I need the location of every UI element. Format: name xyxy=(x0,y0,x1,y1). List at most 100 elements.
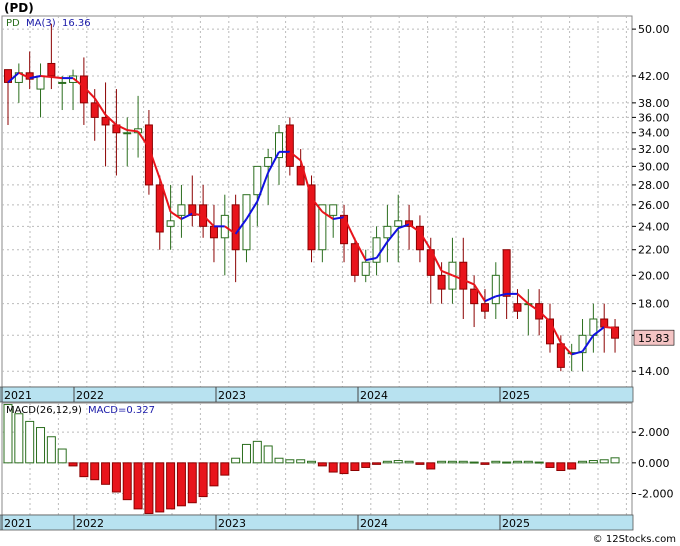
macd-bar xyxy=(588,460,598,464)
macd-bar xyxy=(57,448,67,464)
price-year-label: 2025 xyxy=(502,389,530,402)
candle-body xyxy=(502,249,511,297)
candle-body xyxy=(329,204,338,216)
candle-body xyxy=(340,214,349,245)
candle-body xyxy=(513,303,522,312)
macd-year-label: 2021 xyxy=(4,517,32,530)
macd-bar xyxy=(263,445,273,464)
macd-bar xyxy=(46,436,56,464)
candle-body xyxy=(166,220,175,227)
candle-body xyxy=(600,318,609,328)
macd-bar xyxy=(252,440,262,464)
macd-bar xyxy=(25,420,35,464)
price-tick-label: 42.00 xyxy=(638,70,670,83)
macd-tick-label: -2.000 xyxy=(638,488,673,501)
macd-bar xyxy=(296,459,306,464)
macd-bar xyxy=(285,459,295,464)
macd-legend-label: MACD(26,12,9) xyxy=(6,405,82,416)
macd-panel: 2.000 0.000 -2.000 2021 2022 2023 2024 2025 xyxy=(0,402,673,531)
macd-bar xyxy=(447,460,457,464)
ma3-line-segment xyxy=(51,76,63,80)
macd-bar xyxy=(491,460,501,464)
macd-bar xyxy=(274,457,284,464)
macd-bar xyxy=(144,462,154,514)
macd-bar xyxy=(68,462,78,467)
macd-bar xyxy=(241,443,251,464)
price-tick-label: 26.00 xyxy=(638,199,670,212)
macd-bar xyxy=(502,461,512,464)
macd-bar xyxy=(578,460,588,464)
macd-year-label: 2022 xyxy=(76,517,104,530)
macd-bar xyxy=(155,462,165,513)
macd-bar xyxy=(90,462,100,481)
macd-bar xyxy=(231,457,241,464)
candle-body xyxy=(209,225,218,239)
price-tick-label: 28.00 xyxy=(638,179,670,192)
ma3-line-segment xyxy=(40,74,52,79)
candle-body xyxy=(470,288,479,305)
candle-body xyxy=(90,102,99,118)
candle-body xyxy=(47,62,56,77)
candle-body xyxy=(177,204,186,216)
candle-body xyxy=(383,225,392,239)
price-plot-area xyxy=(1,15,633,388)
macd-tick-label: 0.000 xyxy=(638,457,670,470)
candle-body xyxy=(264,157,273,167)
candle-body xyxy=(491,274,500,305)
candle-body xyxy=(459,261,468,290)
price-tick-label: 22.00 xyxy=(638,244,670,257)
ma3-line-segment xyxy=(127,129,139,133)
macd-bar xyxy=(209,462,219,487)
price-year-label: 2023 xyxy=(218,389,246,402)
price-tick-label: 24.00 xyxy=(638,220,670,233)
legend-ma-value: 16.36 xyxy=(62,18,91,29)
chart-canvas: 50.00 42.00 38.0036.00 34.00 32.00 30.00 28.00… xyxy=(0,1,676,545)
price-tick-label: 50.00 xyxy=(638,23,670,36)
macd-bar xyxy=(307,460,317,464)
candle xyxy=(285,117,294,176)
candle-body xyxy=(231,204,240,251)
macd-bar xyxy=(350,462,360,472)
price-tick-label: 36.00 xyxy=(638,111,670,124)
macd-bar xyxy=(166,462,176,510)
macd-bar xyxy=(404,460,414,464)
price-tick-label: 30.00 xyxy=(638,160,670,173)
macd-bar xyxy=(176,462,186,507)
legend-ma-label: MA(3) xyxy=(26,18,56,29)
chart-title: (PD) xyxy=(4,1,34,15)
macd-bar xyxy=(534,461,544,464)
macd-bar xyxy=(122,462,132,501)
macd-bar xyxy=(523,460,533,464)
candle-body xyxy=(556,343,565,368)
macd-bar xyxy=(393,460,403,464)
macd-bar xyxy=(426,462,436,470)
macd-tick-label: 2.000 xyxy=(638,426,670,439)
candle-body xyxy=(155,184,164,233)
ma3-line-segment xyxy=(604,326,616,329)
macd-year-label: 2024 xyxy=(360,517,388,530)
macd-bar xyxy=(198,462,208,498)
candle-body xyxy=(285,124,294,167)
macd-legend-value: MACD=0.327 xyxy=(88,405,155,416)
price-year-label: 2024 xyxy=(360,389,388,402)
footer-credit: © 12Stocks.com xyxy=(593,534,676,545)
macd-bar xyxy=(14,413,24,464)
legend-symbol: PD xyxy=(6,18,20,29)
macd-bar xyxy=(415,462,425,465)
candle-body xyxy=(361,261,370,276)
candle-body xyxy=(123,132,132,135)
candle-body xyxy=(394,220,403,227)
macd-bar xyxy=(437,460,447,464)
candle-body xyxy=(58,81,67,84)
macd-bar xyxy=(599,459,609,464)
macd-bar xyxy=(480,462,490,465)
last-price-label: 15.83 xyxy=(638,332,670,345)
candle-body xyxy=(437,274,446,290)
macd-bar xyxy=(317,462,327,467)
macd-year-label: 2023 xyxy=(218,517,246,530)
macd-bar xyxy=(339,462,349,475)
price-tick-label: 14.00 xyxy=(638,365,670,378)
macd-bar xyxy=(372,462,382,465)
macd-bar xyxy=(101,462,111,485)
macd-bar xyxy=(556,462,566,472)
